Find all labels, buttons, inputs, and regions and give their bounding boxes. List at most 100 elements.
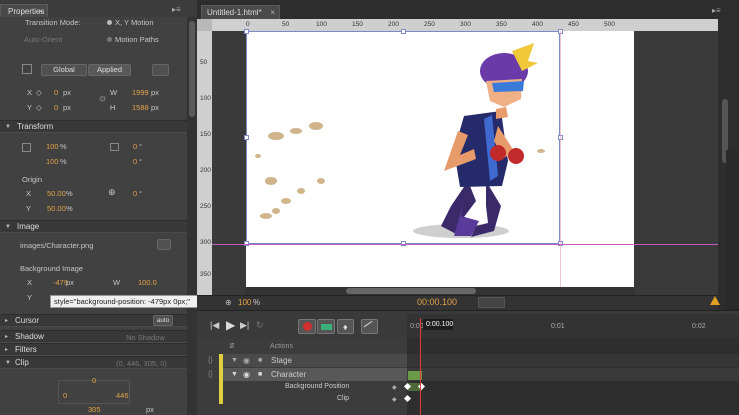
auto-keyframe-button[interactable] — [298, 319, 316, 334]
close-icon[interactable]: × — [270, 6, 275, 19]
pin-button[interactable]: ♦ — [337, 319, 354, 334]
zoom-value[interactable]: 100 — [238, 298, 251, 307]
visibility-icon[interactable]: ◉ — [243, 354, 250, 367]
expand-triangle-icon[interactable]: ▼ — [231, 354, 238, 367]
x-value[interactable]: 0 — [54, 88, 58, 97]
rotate-value[interactable]: 0 — [133, 189, 137, 198]
y-dial-icon[interactable]: ◇ — [36, 103, 42, 112]
add-keyframe-icon[interactable]: ◆ — [392, 384, 397, 391]
record-icon — [303, 322, 312, 331]
play-icon[interactable]: ▶ — [226, 318, 235, 332]
selection-box[interactable] — [246, 31, 560, 244]
scrollbar-thumb[interactable] — [346, 288, 476, 294]
image-section-header[interactable]: ▼ Image — [0, 220, 187, 233]
skew-x-value[interactable]: 0 — [133, 142, 137, 151]
w-label: W — [110, 88, 118, 97]
layer-toggle-icon[interactable]: {} — [208, 371, 213, 378]
tab-document[interactable]: Untitled-1.html* × — [201, 5, 280, 19]
vertical-ruler[interactable]: 50 100 150 200 250 300 350 — [197, 31, 212, 295]
origin-x-value[interactable]: 50.00 — [47, 189, 66, 198]
playhead[interactable] — [420, 318, 421, 415]
xy-motion-radio[interactable] — [107, 20, 112, 25]
go-to-start-icon[interactable]: |◀ — [210, 320, 219, 331]
auto-orient-label: Auto-Orient — [24, 35, 63, 44]
clip-top[interactable]: 0 — [92, 376, 96, 385]
expand-triangle-icon[interactable]: ▼ — [231, 368, 238, 381]
origin-y-value[interactable]: 50.00 — [47, 204, 66, 213]
playhead-time-badge[interactable]: 0:00.100 — [423, 319, 453, 330]
document-tab-label: Untitled-1.html* — [207, 8, 262, 17]
resize-handle[interactable] — [401, 29, 406, 34]
position-mode-button[interactable] — [152, 64, 169, 76]
easing-button[interactable] — [361, 319, 378, 334]
lock-icon[interactable]: ■ — [258, 354, 262, 367]
swap-image-button[interactable] — [157, 239, 171, 250]
origin-y-unit: % — [66, 204, 73, 213]
motion-paths-radio[interactable] — [107, 37, 112, 42]
scale-y-value[interactable]: 100 — [46, 157, 59, 166]
background-image-label: Background Image — [20, 264, 83, 273]
current-time[interactable]: 00:00.100 — [417, 297, 457, 307]
loop-icon[interactable]: ↻ — [256, 320, 264, 331]
bg-w-value[interactable]: 100.0 — [138, 278, 157, 287]
h-value[interactable]: 1588 — [132, 103, 149, 112]
playhead-time: 0:00.100 — [426, 321, 454, 328]
layer-row-stage[interactable]: ▼ ◉ ■ Stage — [219, 354, 407, 367]
ruler-tick: 500 — [604, 21, 615, 28]
zoom-unit: % — [253, 298, 261, 307]
w-value[interactable]: 1999 — [132, 88, 149, 97]
warning-icon[interactable] — [710, 296, 720, 305]
ruler-tick: 300 — [200, 239, 211, 246]
scrollbar-thumb[interactable] — [189, 21, 195, 117]
time-field[interactable] — [478, 297, 505, 308]
image-path[interactable]: images/Character.png — [20, 241, 93, 250]
filters-section-header[interactable]: ▸ Filters — [0, 343, 187, 356]
layer-toggle-icon[interactable]: {} — [208, 357, 213, 364]
stage-status-bar — [197, 295, 718, 310]
clip-right[interactable]: 446 — [116, 391, 129, 400]
cursor-dropdown[interactable]: auto — [153, 315, 173, 326]
panel-menu-icon[interactable]: ▸≡ — [712, 6, 721, 15]
auto-transition-button[interactable] — [317, 319, 335, 334]
clip-bottom[interactable]: 305 — [88, 405, 101, 414]
y-value[interactable]: 0 — [54, 103, 58, 112]
resize-handle[interactable] — [244, 29, 249, 34]
ruler-tick: 300 — [460, 21, 471, 28]
rotate-icon: ⊕ — [108, 187, 116, 197]
transform-section-header[interactable]: ▼ Transform — [0, 120, 187, 133]
stage-horizontal-scrollbar[interactable] — [246, 287, 634, 295]
x-dial-icon[interactable]: ◇ — [36, 88, 42, 97]
expand-triangle-icon: ▸ — [5, 334, 9, 340]
go-to-end-icon[interactable]: ▶| — [240, 320, 249, 331]
layer-label: Character — [271, 370, 307, 379]
global-button[interactable]: Global — [41, 64, 87, 76]
scale-x-value[interactable]: 100 — [46, 142, 59, 151]
expand-triangle-icon: ▸ — [5, 347, 9, 353]
ruler-tick: 0 — [246, 21, 250, 28]
timeline-ruler[interactable] — [407, 314, 739, 338]
transform-origin-icon[interactable] — [22, 64, 32, 74]
guide-line[interactable] — [212, 244, 718, 245]
add-keyframe-icon[interactable]: ◆ — [392, 396, 397, 403]
horizontal-ruler[interactable]: 0 50 100 150 200 250 300 350 400 450 500 — [212, 19, 718, 31]
layer-row-character[interactable]: ▼ ◉ ■ Character — [219, 368, 407, 381]
lock-icon[interactable]: ■ — [258, 368, 262, 381]
tab-properties[interactable]: Properties × — [0, 4, 48, 18]
resize-handle[interactable] — [244, 135, 249, 140]
ruler-tick: 450 — [568, 21, 579, 28]
transition-mode-label: Transition Mode: — [25, 18, 81, 27]
expand-triangle-icon: ▼ — [5, 224, 11, 230]
origin-y-label: Y — [26, 204, 32, 213]
guide-line[interactable] — [560, 31, 561, 287]
link-size-icon[interactable]: ☼ — [98, 93, 107, 104]
skew-y-value[interactable]: 0 — [133, 157, 137, 166]
panel-menu-icon[interactable]: ▸≡ — [172, 6, 181, 14]
filters-section-label: Filters — [15, 345, 37, 354]
properties-scrollbar[interactable] — [187, 17, 197, 415]
clip-left[interactable]: 0 — [63, 391, 67, 400]
zoom-icon[interactable]: ⊕ — [225, 298, 232, 307]
applied-button[interactable]: Applied — [88, 64, 131, 76]
clip-section-label: Clip — [15, 358, 29, 367]
visibility-icon[interactable]: ◉ — [243, 368, 250, 381]
x-label: X — [27, 88, 33, 97]
